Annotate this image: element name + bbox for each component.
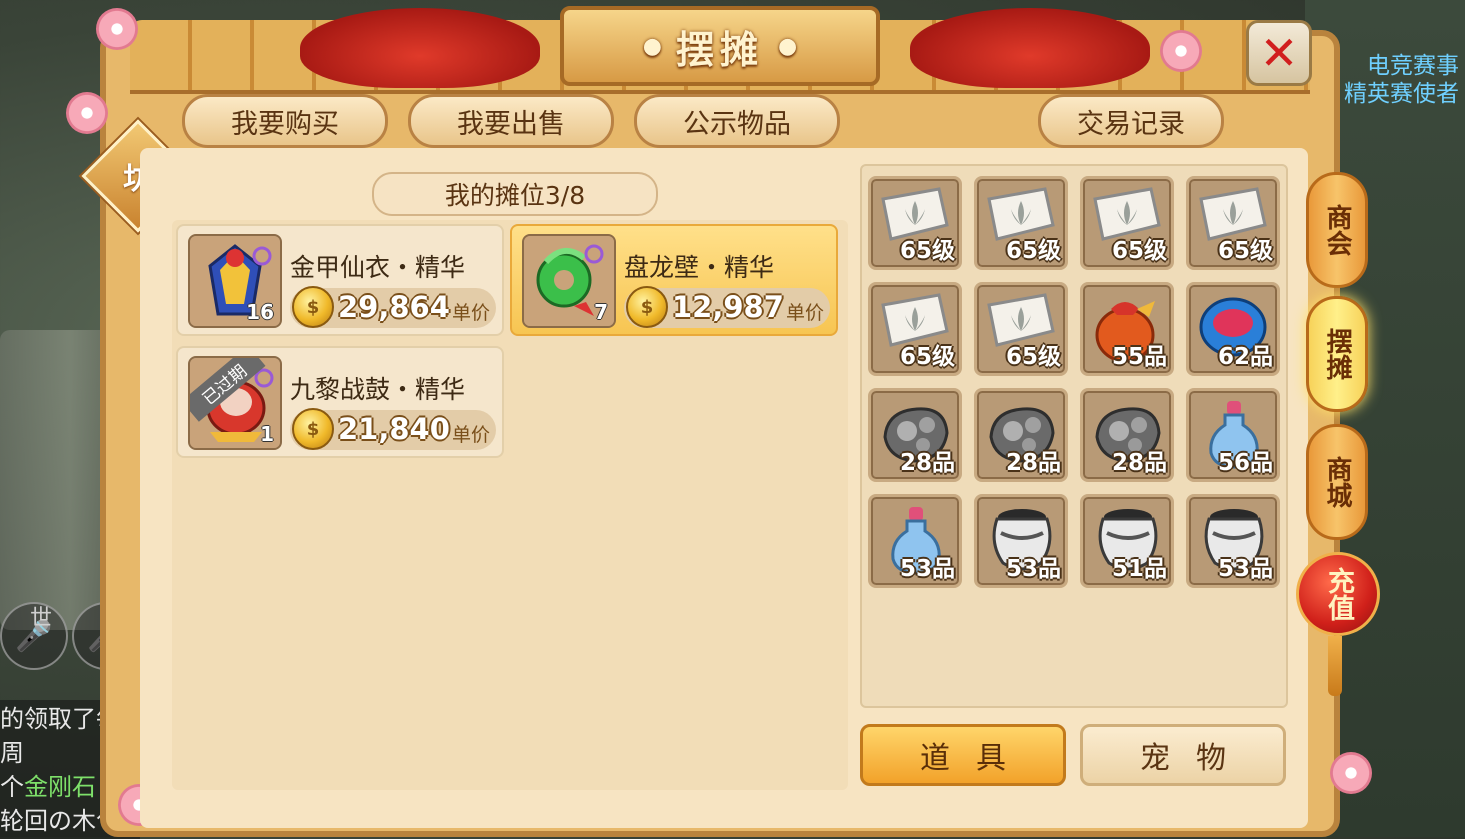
stall-item-card-selected[interactable]: 7 盘龙壁・精华 $ 12,987 单价 [510, 224, 838, 336]
item-level: 55品 [1111, 344, 1167, 370]
stall-item-card[interactable]: 16 金甲仙衣・精华 $ 29,864 单价 [176, 224, 504, 336]
item-level: 65级 [1217, 238, 1273, 264]
item-name: 盘龙壁・精华 [624, 253, 775, 282]
inventory-slot[interactable]: 53品 [1186, 494, 1280, 588]
items-tab-button[interactable]: 道具 [860, 724, 1066, 786]
blossom-decoration [96, 8, 138, 50]
inventory-slot[interactable]: 55品 [1080, 282, 1174, 376]
inventory-slot[interactable]: 53品 [974, 494, 1068, 588]
item-level: 65级 [1005, 238, 1061, 264]
side-tab-mall[interactable]: 商城 [1306, 424, 1368, 540]
blossom-decoration [1160, 30, 1202, 72]
red-ribbon-left [300, 8, 540, 88]
side-tab-stall[interactable]: 摆摊 [1306, 296, 1368, 412]
inventory-slot[interactable]: 65级 [1080, 176, 1174, 270]
item-level: 65级 [1111, 238, 1167, 264]
side-tab-commerce[interactable]: 商会 [1306, 172, 1368, 288]
item-name: 金甲仙衣・精华 [290, 253, 466, 282]
stall-slot-title: 我的摊位3/8 [372, 172, 658, 216]
inventory-slot[interactable]: 65级 [868, 282, 962, 376]
inventory-slot[interactable]: 53品 [868, 494, 962, 588]
stall-item-card[interactable]: 已过期 1 九黎战鼓・精华 $ 21,840 单价 [176, 346, 504, 458]
blossom-decoration [1330, 752, 1372, 794]
inventory-slot[interactable]: 62品 [1186, 282, 1280, 376]
item-level: 53品 [899, 556, 955, 582]
item-level: 62品 [1217, 344, 1273, 370]
coin-icon: $ [292, 286, 334, 328]
tab-public-items[interactable]: 公示物品 [634, 94, 840, 148]
war-drum-icon: 已过期 1 [188, 356, 282, 450]
item-level: 53品 [1217, 556, 1273, 582]
inventory-slot[interactable]: 65级 [868, 176, 962, 270]
item-price: 21,840 [338, 412, 450, 446]
item-name: 九黎战鼓・精华 [290, 375, 466, 404]
item-level: 65级 [899, 344, 955, 370]
item-level: 65级 [899, 238, 955, 264]
event-news[interactable]: 电竞赛事 精英赛使者 [1344, 52, 1459, 108]
pets-tab-button[interactable]: 宠物 [1080, 724, 1286, 786]
close-button[interactable]: ✕ [1246, 20, 1312, 86]
window-title: ● 摆摊 ● [560, 6, 880, 86]
world-channel-tag: 世 [30, 606, 53, 631]
red-ribbon-right [910, 8, 1150, 88]
item-level: 53品 [1005, 556, 1061, 582]
item-level: 28品 [899, 450, 955, 476]
inventory-slot[interactable]: 51品 [1080, 494, 1174, 588]
close-icon: ✕ [1259, 26, 1299, 80]
tab-sell[interactable]: 我要出售 [408, 94, 614, 148]
tab-buy[interactable]: 我要购买 [182, 94, 388, 148]
tab-trade-records[interactable]: 交易记录 [1038, 94, 1224, 148]
item-level: 28品 [1111, 450, 1167, 476]
inventory-slot[interactable]: 56品 [1186, 388, 1280, 482]
coin-icon: $ [626, 286, 668, 328]
price-unit: 单价 [451, 302, 490, 324]
coin-icon: $ [292, 408, 334, 450]
inventory-slot[interactable]: 28品 [868, 388, 962, 482]
item-level: 56品 [1217, 450, 1273, 476]
item-level: 51品 [1111, 556, 1167, 582]
inventory-slot[interactable]: 28品 [1080, 388, 1174, 482]
tassel-decoration [1328, 636, 1342, 696]
item-level: 28品 [1005, 450, 1061, 476]
item-price: 29,864 [338, 290, 450, 324]
price-unit: 单价 [451, 424, 490, 446]
item-level: 65级 [1005, 344, 1061, 370]
armor-icon: 16 [188, 234, 282, 328]
inventory-slot[interactable]: 65级 [974, 176, 1068, 270]
dragon-jade-icon: 7 [522, 234, 616, 328]
inventory-slot[interactable]: 65级 [974, 282, 1068, 376]
item-price: 12,987 [672, 290, 784, 324]
price-unit: 单价 [785, 302, 824, 324]
inventory-slot[interactable]: 65级 [1186, 176, 1280, 270]
blossom-decoration [66, 92, 108, 134]
inventory-slot[interactable]: 28品 [974, 388, 1068, 482]
recharge-button[interactable]: 充值 [1296, 552, 1380, 636]
